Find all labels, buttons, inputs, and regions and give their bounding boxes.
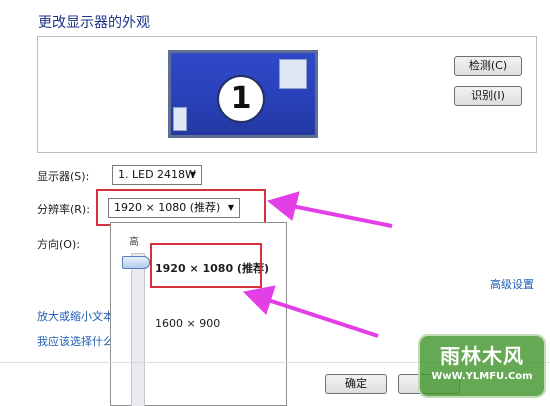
resolution-option-1600x900[interactable]: 1600 × 900 bbox=[155, 317, 220, 330]
page-title: 更改显示器的外观 bbox=[38, 15, 150, 31]
display-select-value: 1. LED 2418W bbox=[118, 168, 196, 181]
chevron-down-icon: ▼ bbox=[189, 170, 196, 179]
scale-text-link[interactable]: 放大或缩小文本 bbox=[37, 308, 114, 324]
site-watermark-logo: 雨林木风 WwW.YLMFU.Com bbox=[418, 334, 546, 398]
annotation-arrowhead-resolution bbox=[266, 191, 300, 221]
watermark-main-text: 雨林木风 bbox=[440, 344, 524, 368]
display-select[interactable]: 1. LED 2418W ▼ bbox=[112, 165, 202, 185]
window-thumbnail-icon bbox=[173, 107, 187, 131]
monitor-1-preview[interactable]: 1 bbox=[168, 50, 318, 138]
option-highlight-box bbox=[150, 243, 262, 288]
display-label: 显示器(S): bbox=[37, 170, 90, 183]
detect-button[interactable]: 检测(C) bbox=[454, 56, 522, 76]
resolution-slider-thumb[interactable] bbox=[122, 256, 150, 269]
window-thumbnail-icon bbox=[279, 59, 307, 89]
ok-button[interactable]: 确定 bbox=[325, 374, 387, 394]
annotation-arrow-resolution bbox=[291, 204, 393, 228]
resolution-label: 分辨率(R): bbox=[37, 203, 90, 216]
monitor-number-badge: 1 bbox=[217, 75, 265, 123]
identify-button[interactable]: 识别(I) bbox=[454, 86, 522, 106]
resolution-slider-track[interactable] bbox=[131, 253, 145, 406]
orientation-label: 方向(O): bbox=[37, 238, 80, 251]
advanced-settings-link[interactable]: 高级设置 bbox=[490, 276, 534, 292]
watermark-url-text: WwW.YLMFU.Com bbox=[431, 371, 533, 382]
slider-high-label: 高 bbox=[129, 237, 139, 248]
choose-settings-link[interactable]: 我应该选择什么 bbox=[37, 333, 114, 349]
resolution-highlight-box bbox=[96, 189, 266, 226]
